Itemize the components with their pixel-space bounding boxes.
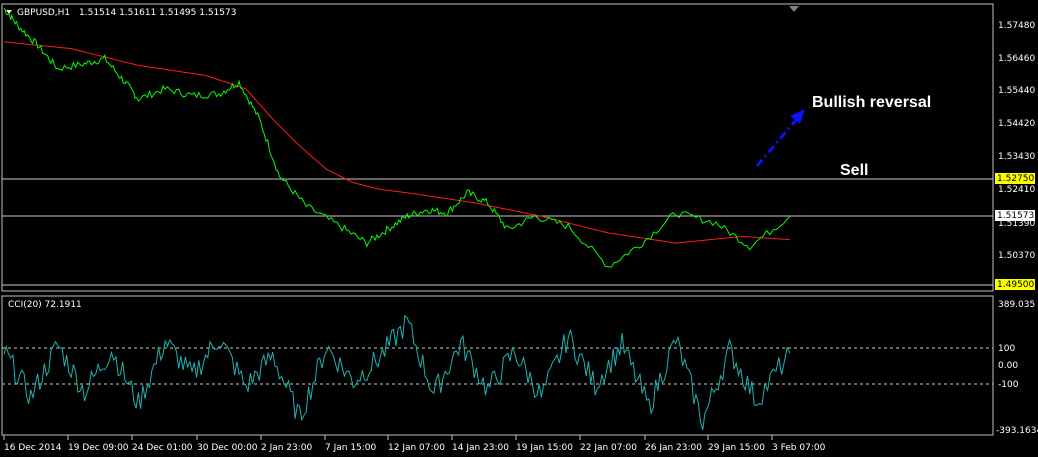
time-tick: 16 Dec 2014	[4, 443, 62, 453]
time-axis: 16 Dec 2014 19 Dec 09:00 24 Dec 01:00 30 De…	[3, 435, 826, 453]
price-tick: 1.52410	[998, 185, 1035, 195]
cci-tick: -393.1634	[996, 426, 1038, 436]
time-tick: 19 Jan 15:00	[516, 443, 573, 453]
time-tick: 14 Jan 23:00	[452, 443, 509, 453]
time-tick: 29 Jan 15:00	[708, 443, 765, 453]
bottom-level-label: 1.49500	[997, 280, 1034, 290]
time-tick: 22 Jan 07:00	[580, 443, 637, 453]
price-tick: 1.54420	[998, 119, 1035, 129]
time-tick: 26 Jan 23:00	[645, 443, 702, 453]
price-panel[interactable]	[1, 3, 994, 292]
price-tick: 1.56460	[998, 54, 1035, 64]
price-tick: 1.57480	[998, 21, 1035, 31]
symbol-timeframe: GBPUSD,H1	[17, 8, 70, 18]
price-axis: 1.57480 1.56460 1.55440 1.54420 1.53430 …	[998, 21, 1035, 261]
sell-annotation[interactable]: Sell	[840, 162, 868, 179]
time-tick: 24 Dec 01:00	[132, 443, 193, 453]
price-tick: 1.50370	[998, 251, 1035, 261]
cci-tick: -100	[998, 380, 1019, 390]
sell-level-label: 1.52750	[997, 174, 1034, 184]
time-tick: 2 Jan 23:00	[261, 443, 313, 453]
cci-tick: 0.00	[998, 361, 1018, 371]
cci-tick: 389.035	[998, 300, 1035, 310]
price-tick: 1.55440	[998, 86, 1035, 96]
time-tick: 12 Jan 07:00	[388, 443, 445, 453]
price-tick: 1.53430	[998, 152, 1035, 162]
current-price-label: 1.51573	[997, 211, 1034, 221]
ohlc-values: 1.51514 1.51611 1.51495 1.51573	[79, 8, 236, 18]
time-tick: 3 Feb 07:00	[772, 443, 826, 453]
cci-panel[interactable]	[1, 295, 994, 436]
cci-tick: 100	[998, 344, 1015, 354]
time-tick: 7 Jan 15:00	[325, 443, 377, 453]
chart-window[interactable]: GBPUSD,H1 1.51514 1.51611 1.51495 1.5157…	[0, 0, 1038, 457]
bullish-reversal-annotation[interactable]: Bullish reversal	[812, 94, 931, 111]
cci-axis: 389.035 100 0.00 -100 -393.1634	[996, 300, 1038, 436]
time-tick: 19 Dec 09:00	[68, 443, 129, 453]
cci-indicator-label: CCI(20) 72.1911	[8, 300, 82, 310]
time-tick: 30 Dec 00:00	[197, 443, 258, 453]
